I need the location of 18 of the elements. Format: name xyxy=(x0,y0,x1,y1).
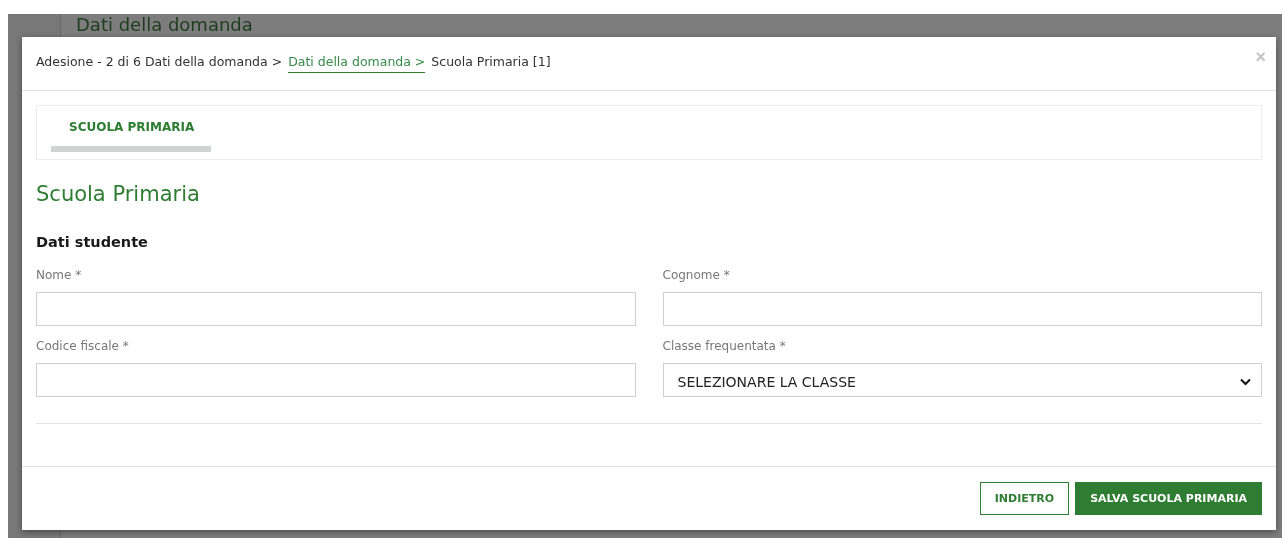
chevron-down-icon xyxy=(1240,378,1251,386)
input-field[interactable] xyxy=(36,292,636,326)
breadcrumb-link[interactable]: Dati della domanda > xyxy=(288,54,426,73)
breadcrumb-item: Scuola Primaria [1] xyxy=(431,54,551,71)
field-label: Codice fiscale * xyxy=(36,339,130,353)
form-title: Scuola Primaria xyxy=(36,182,201,206)
save-button[interactable]: SALVA SCUOLA PRIMARIA xyxy=(1075,482,1262,515)
select-field[interactable]: SELEZIONARE LA CLASSE xyxy=(662,363,1262,397)
field-label: Nome * xyxy=(36,268,83,282)
back-button[interactable]: INDIETRO xyxy=(979,482,1070,515)
input-field[interactable] xyxy=(36,363,636,397)
page-heading: Dati della domanda xyxy=(76,14,254,36)
breadcrumb-item: Adesione - 2 di 6 Dati della domanda > xyxy=(36,54,283,71)
field-label: Classe frequentata * xyxy=(662,339,787,353)
section-heading: Dati studente xyxy=(36,234,149,250)
input-field[interactable] xyxy=(662,292,1262,326)
field-label: Cognome * xyxy=(662,268,731,282)
tab[interactable]: SCUOLA PRIMARIA xyxy=(51,120,211,152)
